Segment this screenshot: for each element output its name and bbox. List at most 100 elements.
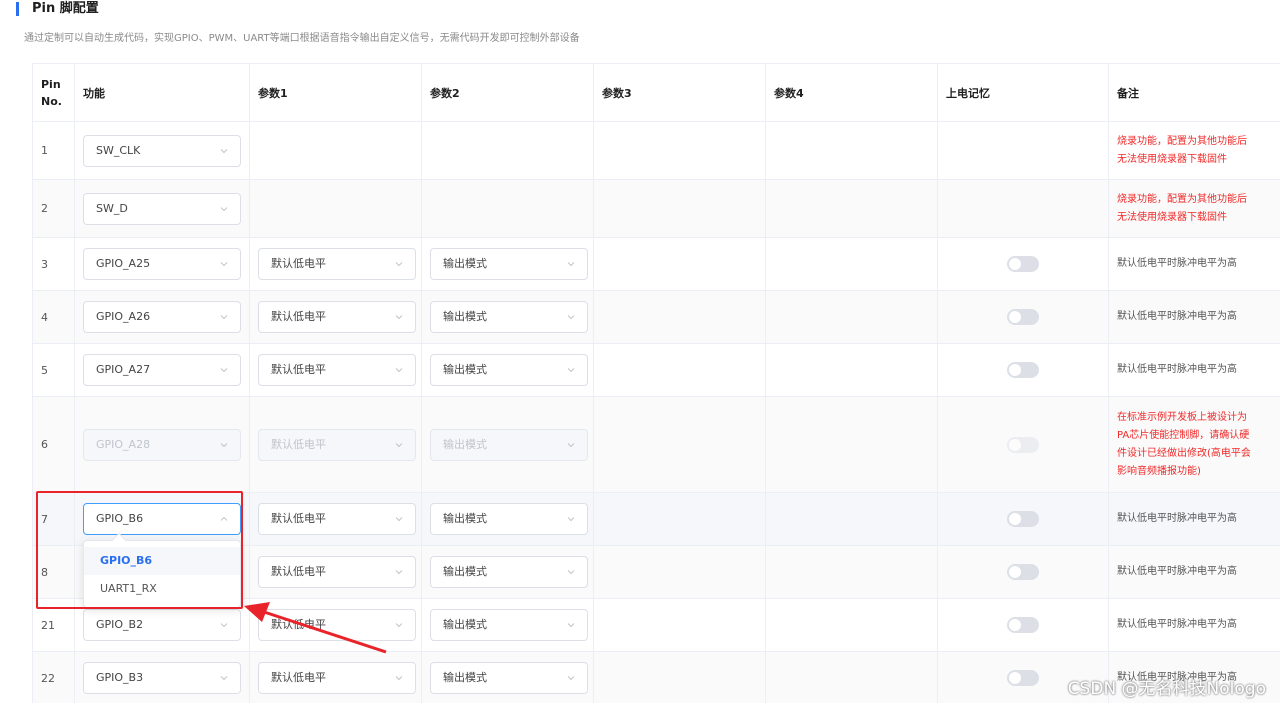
remark-line: PA芯片使能控制脚，请确认硬 — [1117, 429, 1250, 441]
header-param3: 参数3 — [593, 63, 766, 122]
header-param4: 参数4 — [765, 63, 938, 122]
param1-select[interactable]: 默认低电平 — [258, 248, 416, 280]
param2-select[interactable]: 输出模式 — [430, 609, 588, 641]
pin-number: 3 — [32, 237, 75, 291]
table-row: 2 SW_D 烧录功能，配置为其他功能后 无法使用烧录器下载固件 — [32, 179, 1280, 238]
table-header-row: Pin No. 功能 参数1 参数2 参数3 参数4 上电记忆 备注 — [32, 63, 1280, 122]
param2-select[interactable]: 输出模式 — [430, 301, 588, 333]
toggle-knob — [1009, 438, 1021, 451]
param1-select[interactable]: 默认低电平 — [258, 662, 416, 694]
param4-cell — [765, 237, 938, 291]
param4-cell — [765, 290, 938, 344]
param3-cell — [593, 651, 766, 703]
header-function: 功能 — [74, 63, 250, 122]
param2-select[interactable]: 输出模式 — [430, 662, 588, 694]
power-memory-toggle[interactable] — [1007, 309, 1039, 325]
power-memory-toggle[interactable] — [1007, 670, 1039, 686]
param1-select[interactable]: 默认低电平 — [258, 503, 416, 535]
param3-cell — [593, 343, 766, 397]
dropdown-option-gpio-b6[interactable]: GPIO_B6 — [84, 547, 240, 575]
function-select[interactable]: GPIO_B3 — [83, 662, 241, 694]
remark-line: 默认低电平时脉冲电平为高 — [1117, 513, 1237, 524]
annotation-arrow-icon — [244, 602, 387, 654]
table-row: 5 GPIO_A27 默认低电平 输出模式 默认低电平时脉冲电平为高 — [32, 343, 1280, 397]
chevron-up-icon — [220, 516, 228, 521]
power-memory-toggle[interactable] — [1007, 564, 1039, 580]
chevron-down-icon — [395, 442, 403, 447]
select-value: 输出模式 — [443, 512, 487, 525]
chevron-down-icon — [567, 442, 575, 447]
remark: 烧录功能，配置为其他功能后 无法使用烧录器下载固件 — [1117, 191, 1272, 227]
param4-cell — [765, 396, 938, 493]
chevron-down-icon — [220, 206, 228, 211]
function-select[interactable]: GPIO_A27 — [83, 354, 241, 386]
remark-line: 默认低电平时脉冲电平为高 — [1117, 364, 1237, 375]
function-select[interactable]: SW_CLK — [83, 134, 241, 167]
param1-select[interactable]: 默认低电平 — [258, 556, 416, 588]
select-value: 输出模式 — [443, 310, 487, 323]
param4-cell — [765, 651, 938, 703]
toggle-knob — [1009, 311, 1021, 323]
param3-cell — [593, 492, 766, 546]
param2-select[interactable]: 输出模式 — [430, 354, 588, 386]
select-value: GPIO_B2 — [96, 618, 144, 631]
pin-number: 7 — [32, 492, 75, 546]
param3-cell — [593, 396, 766, 493]
function-select[interactable]: GPIO_B2 — [83, 609, 241, 641]
select-value: 默认低电平 — [271, 671, 326, 684]
chevron-down-icon — [395, 368, 403, 373]
pin-number: 2 — [32, 179, 75, 238]
select-value: 输出模式 — [443, 565, 487, 578]
select-value: GPIO_A26 — [96, 310, 151, 323]
header-param2: 参数2 — [421, 63, 594, 122]
function-select[interactable]: GPIO_B6 — [83, 503, 241, 535]
param2-select[interactable]: 输出模式 — [430, 503, 588, 535]
param3-cell — [593, 237, 766, 291]
dropdown-option-uart1-rx[interactable]: UART1_RX — [84, 575, 240, 603]
chevron-down-icon — [567, 676, 575, 681]
power-memory-toggle — [1007, 436, 1039, 453]
param3-cell — [593, 121, 766, 180]
chevron-down-icon — [567, 570, 575, 575]
select-value: GPIO_A27 — [96, 363, 151, 376]
chevron-down-icon — [220, 148, 228, 153]
watermark: CSDN @无名科技Nologo — [1067, 679, 1266, 699]
param4-cell — [765, 492, 938, 546]
remark-line: 件设计已经做出修改(高电平会 — [1117, 447, 1251, 459]
function-select[interactable]: GPIO_A26 — [83, 301, 241, 333]
chevron-down-icon — [220, 623, 228, 628]
power-memory-toggle[interactable] — [1007, 362, 1039, 378]
select-value: 输出模式 — [443, 618, 487, 631]
param3-cell — [593, 598, 766, 652]
pin-number: 8 — [32, 545, 75, 599]
function-select[interactable]: GPIO_A25 — [83, 248, 241, 280]
power-memory-toggle[interactable] — [1007, 511, 1039, 527]
select-value: 默认低电平 — [271, 512, 326, 525]
param2-select[interactable]: 输出模式 — [430, 556, 588, 588]
remark-line: 烧录功能，配置为其他功能后 — [1117, 135, 1247, 147]
chevron-down-icon — [395, 570, 403, 575]
param3-cell — [593, 545, 766, 599]
remark-line: 默认低电平时脉冲电平为高 — [1117, 619, 1237, 630]
remark: 默认低电平时脉冲电平为高 — [1117, 563, 1272, 581]
param1-select: 默认低电平 — [258, 428, 416, 461]
power-memory-toggle[interactable] — [1007, 256, 1039, 272]
select-value: 默认低电平 — [271, 257, 326, 270]
select-value: 输出模式 — [443, 437, 487, 451]
table-row: 7 GPIO_B6 默认低电平 输出模式 默认低电平时脉冲电平为高 — [32, 492, 1280, 546]
toggle-knob — [1009, 619, 1021, 631]
header-remark: 备注 — [1108, 63, 1280, 122]
param2-select[interactable]: 输出模式 — [430, 248, 588, 280]
param1-select[interactable]: 默认低电平 — [258, 301, 416, 333]
select-value: GPIO_A25 — [96, 257, 151, 270]
pin-number: 22 — [32, 651, 75, 703]
remark-line: 烧录功能，配置为其他功能后 — [1117, 193, 1247, 205]
toggle-knob — [1009, 672, 1021, 684]
param2-select: 输出模式 — [430, 428, 588, 461]
function-select[interactable]: SW_D — [83, 192, 241, 225]
param1-select[interactable]: 默认低电平 — [258, 354, 416, 386]
chevron-down-icon — [220, 368, 228, 373]
chevron-down-icon — [567, 623, 575, 628]
power-memory-toggle[interactable] — [1007, 617, 1039, 633]
table-row: 1 SW_CLK 烧录功能，配置为其他功能后 无法使用烧录器下载固件 — [32, 121, 1280, 180]
